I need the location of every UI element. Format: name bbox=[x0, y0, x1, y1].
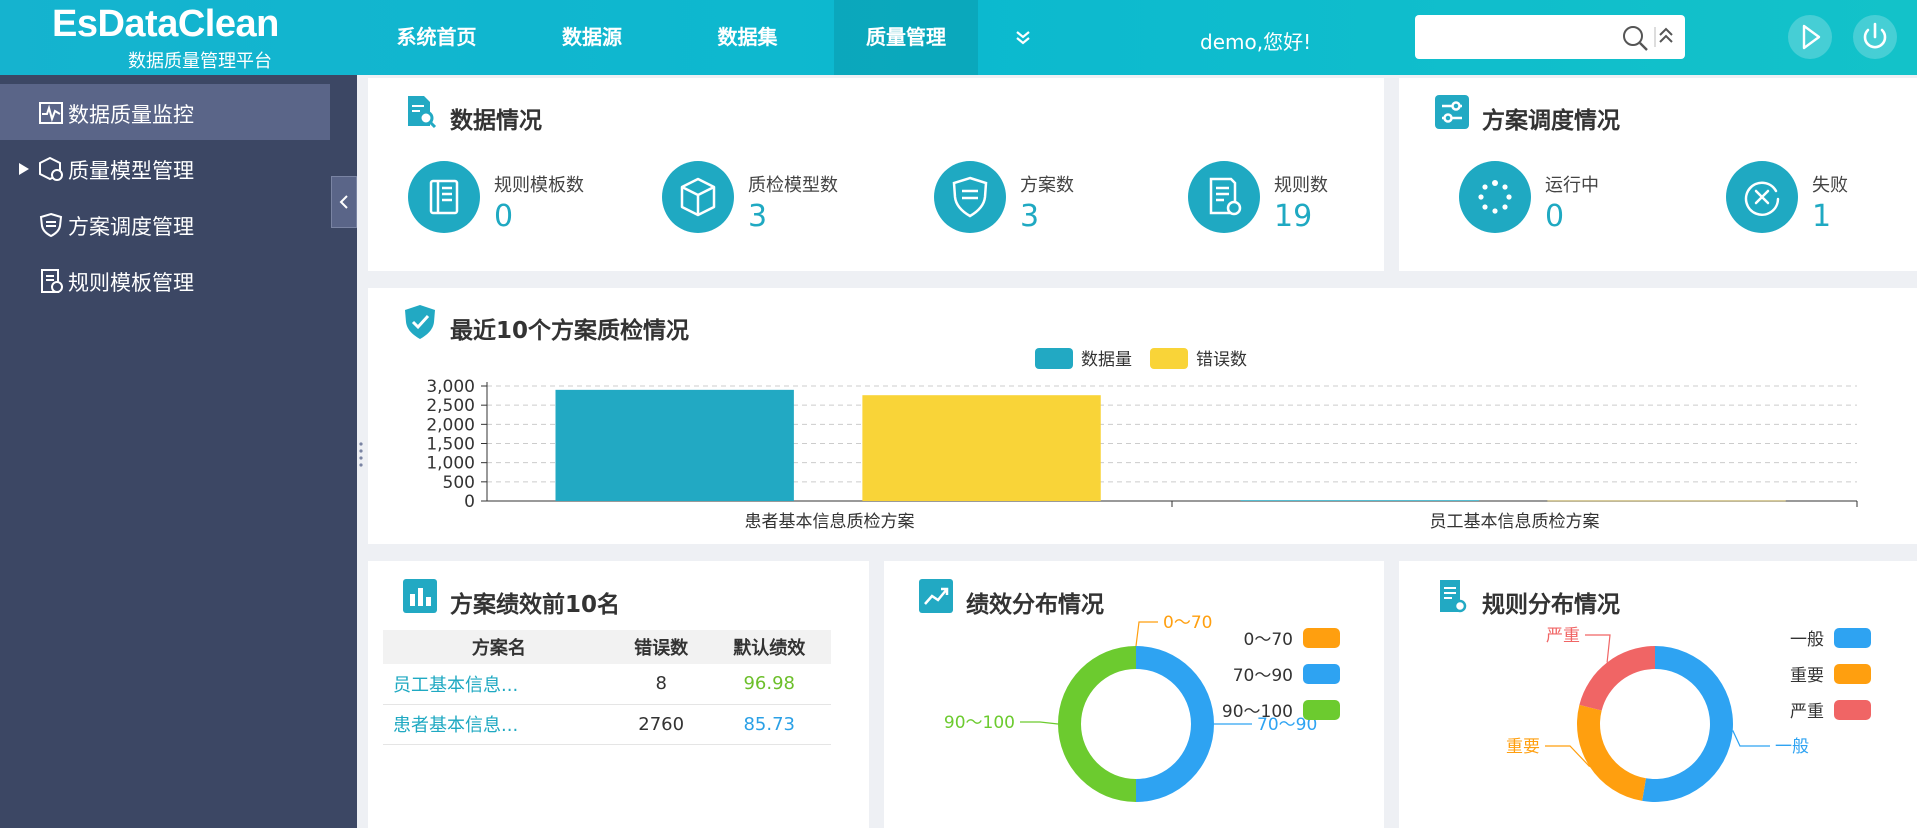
column-header: 默认绩效 bbox=[707, 630, 831, 664]
shield-icon bbox=[952, 176, 988, 218]
stat-value: 3 bbox=[748, 199, 768, 234]
collapse-up-icon[interactable] bbox=[1659, 27, 1673, 43]
template-icon bbox=[41, 269, 63, 293]
column-header: 方案名 bbox=[383, 630, 615, 664]
logo-sub-text: 数据质量管理平台 bbox=[128, 51, 272, 72]
double-chevron-down-icon bbox=[1015, 31, 1030, 45]
stat-rule-templates: 规则模板数 0 bbox=[408, 161, 648, 241]
stat-label: 失败 bbox=[1812, 175, 1848, 196]
sidebar-item-label: 规则模板管理 bbox=[68, 271, 194, 295]
stat-circle bbox=[1188, 161, 1260, 233]
data-overview-title: 数据情况 bbox=[450, 108, 542, 134]
data-doc-search-icon bbox=[408, 96, 437, 129]
logo-main-text: EsDataClean bbox=[52, 3, 279, 45]
stat-circle bbox=[1459, 161, 1531, 233]
rule-doc-icon bbox=[1440, 580, 1467, 613]
stat-plans: 方案数 3 bbox=[934, 161, 1174, 241]
stat-circle bbox=[1726, 161, 1798, 233]
caret-right-icon bbox=[19, 163, 29, 175]
ranking-title: 方案绩效前10名 bbox=[450, 592, 621, 618]
stat-label: 运行中 bbox=[1545, 175, 1599, 196]
stat-label: 规则数 bbox=[1274, 175, 1328, 196]
ranking-table: 方案名 错误数 默认绩效 员工基本信息... 8 96.98 患者基本信息...… bbox=[383, 630, 831, 745]
stat-value: 19 bbox=[1274, 199, 1313, 234]
sidebar-collapse-button[interactable] bbox=[331, 176, 357, 228]
nav-dataset[interactable]: 数据集 bbox=[666, 0, 829, 75]
plan-name-link[interactable]: 患者基本信息... bbox=[383, 704, 615, 745]
monitor-icon bbox=[39, 102, 63, 124]
score-value: 96.98 bbox=[707, 664, 831, 705]
nav-datasource[interactable]: 数据源 bbox=[518, 0, 666, 75]
stat-value: 1 bbox=[1812, 199, 1832, 234]
table-header-row: 方案名 错误数 默认绩效 bbox=[383, 630, 831, 664]
stat-failed: 失败 1 bbox=[1726, 161, 1917, 241]
stat-value: 3 bbox=[1020, 199, 1040, 234]
sidebar-item-label: 数据质量监控 bbox=[68, 103, 194, 127]
doc-gear-icon bbox=[1209, 177, 1242, 216]
recent-chart-title: 最近10个方案质检情况 bbox=[450, 318, 690, 344]
error-count: 8 bbox=[614, 664, 708, 705]
stat-circle bbox=[934, 161, 1006, 233]
nav-quality[interactable]: 质量管理 bbox=[834, 0, 978, 75]
play-icon bbox=[1802, 24, 1821, 50]
search-box-decor bbox=[1623, 26, 1673, 51]
fail-icon bbox=[1744, 181, 1780, 216]
sidebar-item-schedule-manage[interactable]: 方案调度管理 bbox=[0, 196, 330, 252]
nav-more-button[interactable] bbox=[985, 0, 1060, 75]
plan-name-link[interactable]: 员工基本信息... bbox=[383, 664, 615, 705]
user-greeting: demo,您好! bbox=[1200, 30, 1312, 54]
play-button[interactable] bbox=[1788, 15, 1832, 59]
stat-label: 质检模型数 bbox=[748, 175, 838, 196]
error-count: 2760 bbox=[614, 704, 708, 745]
stat-label: 规则模板数 bbox=[494, 175, 584, 196]
power-icon bbox=[1863, 22, 1887, 49]
app-logo[interactable]: EsDataClean 数据质量管理平台 bbox=[52, 3, 312, 73]
score-value: 85.73 bbox=[707, 704, 831, 745]
trend-chart-icon bbox=[919, 579, 953, 613]
rule-dist-panel bbox=[1399, 561, 1917, 828]
table-row: 患者基本信息... 2760 85.73 bbox=[383, 704, 831, 745]
cube-icon bbox=[680, 177, 716, 217]
column-header: 错误数 bbox=[614, 630, 708, 664]
model-icon bbox=[39, 156, 63, 181]
stat-quality-models: 质检模型数 3 bbox=[662, 161, 902, 241]
search-box bbox=[1415, 15, 1685, 59]
stat-value: 0 bbox=[494, 199, 514, 234]
nav-home[interactable]: 系统首页 bbox=[355, 0, 518, 75]
stat-circle bbox=[408, 161, 480, 233]
check-shield-icon bbox=[405, 305, 435, 339]
rule-dist-title: 规则分布情况 bbox=[1482, 592, 1620, 618]
sidebar: 数据质量监控 质量模型管理 方案调度管理 规则模板管理 bbox=[0, 75, 357, 828]
stat-circle bbox=[662, 161, 734, 233]
perf-dist-title: 绩效分布情况 bbox=[966, 592, 1104, 618]
sliders-icon bbox=[1435, 95, 1469, 129]
book-icon bbox=[429, 179, 459, 215]
perf-dist-panel bbox=[884, 561, 1384, 828]
schedule-title: 方案调度情况 bbox=[1482, 108, 1620, 134]
sidebar-item-label: 质量模型管理 bbox=[68, 159, 194, 183]
stat-rules: 规则数 19 bbox=[1188, 161, 1428, 241]
sidebar-item-quality-monitor[interactable]: 数据质量监控 bbox=[0, 84, 330, 140]
shield-icon bbox=[39, 212, 63, 238]
spinner-icon bbox=[1478, 180, 1512, 214]
sidebar-item-template-manage[interactable]: 规则模板管理 bbox=[0, 252, 330, 308]
stat-value: 0 bbox=[1545, 199, 1565, 234]
search-icon[interactable] bbox=[1623, 26, 1648, 51]
logout-button[interactable] bbox=[1853, 15, 1897, 59]
bar-chart-icon bbox=[403, 579, 437, 613]
chevron-left-icon bbox=[339, 195, 348, 209]
top-header: EsDataClean 数据质量管理平台 系统首页 数据源 数据集 质量管理 d… bbox=[0, 0, 1917, 75]
stat-running: 运行中 0 bbox=[1459, 161, 1699, 241]
resize-handle[interactable] bbox=[357, 440, 365, 470]
table-row: 员工基本信息... 8 96.98 bbox=[383, 664, 831, 705]
sidebar-item-model-manage[interactable]: 质量模型管理 bbox=[0, 140, 330, 196]
stat-label: 方案数 bbox=[1020, 175, 1074, 196]
sidebar-item-label: 方案调度管理 bbox=[68, 215, 194, 239]
